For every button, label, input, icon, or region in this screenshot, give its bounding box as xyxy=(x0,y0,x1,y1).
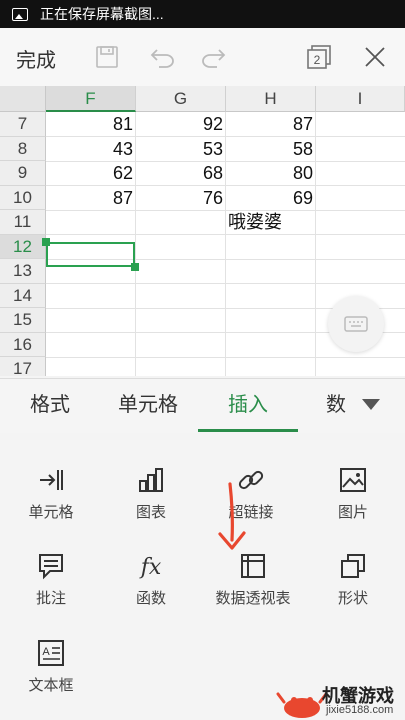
svg-text:fx: fx xyxy=(139,555,162,580)
function-button[interactable]: fx 函数 xyxy=(101,551,201,631)
spreadsheet-grid[interactable]: F G H I 7 8 9 10 11 12 13 14 15 16 17 81… xyxy=(0,86,405,376)
top-toolbar: 完成 2 xyxy=(0,28,405,87)
row-header-13[interactable]: 13 xyxy=(0,259,46,284)
tool-label: 文本框 xyxy=(28,677,74,694)
cell-f9[interactable]: 62 xyxy=(46,161,136,185)
row-header-15[interactable]: 15 xyxy=(0,308,46,333)
pivot-table-icon xyxy=(241,554,265,578)
picture-icon xyxy=(340,468,366,492)
tool-label: 数据透视表 xyxy=(215,590,291,607)
shape-icon xyxy=(341,554,365,578)
save-icon[interactable] xyxy=(90,40,124,74)
watermark-url: jixie5188.com xyxy=(326,704,394,716)
column-header-h[interactable]: H xyxy=(226,86,316,112)
cell-f10[interactable]: 87 xyxy=(46,186,136,210)
selection-handle[interactable] xyxy=(131,263,139,271)
cell-h9[interactable]: 80 xyxy=(226,161,316,185)
function-icon: fx xyxy=(139,555,162,580)
gridline xyxy=(46,283,405,284)
row-header-10[interactable]: 10 xyxy=(0,185,46,210)
tool-label: 图表 xyxy=(135,504,166,521)
comment-icon xyxy=(39,554,63,580)
picture-button[interactable]: 图片 xyxy=(303,465,403,545)
cell-h8[interactable]: 58 xyxy=(226,137,316,161)
row-header-7[interactable]: 7 xyxy=(0,112,46,137)
svg-text:A: A xyxy=(42,646,50,658)
sheets-icon[interactable]: 2 xyxy=(302,40,336,74)
insert-cell-button[interactable]: 单元格 xyxy=(1,465,101,545)
tab-cell[interactable]: 单元格 xyxy=(98,379,198,431)
textbox-button[interactable]: A 文本框 xyxy=(1,638,101,718)
chart-button[interactable]: 图表 xyxy=(101,465,201,545)
row-header-17[interactable]: 17 xyxy=(0,357,46,376)
gridline xyxy=(46,209,405,211)
column-header-i[interactable]: I xyxy=(316,86,405,112)
redo-icon[interactable] xyxy=(196,40,230,74)
comment-button[interactable]: 批注 xyxy=(1,551,101,631)
insert-panel: 单元格 图表 超链接 图片 批注 fx 函数 数据透视表 形状 A 文本框 xyxy=(0,433,405,720)
row-header-14[interactable]: 14 xyxy=(0,283,46,308)
tab-format[interactable]: 格式 xyxy=(0,379,100,431)
insert-cell-icon xyxy=(40,470,63,490)
chevron-down-icon[interactable] xyxy=(362,399,380,410)
cell-g10[interactable]: 76 xyxy=(136,186,226,210)
undo-icon[interactable] xyxy=(146,40,180,74)
keyboard-icon xyxy=(344,316,368,332)
tool-label: 批注 xyxy=(35,590,66,607)
cell-g9[interactable]: 68 xyxy=(136,161,226,185)
shape-button[interactable]: 形状 xyxy=(303,551,403,631)
done-button[interactable]: 完成 xyxy=(16,44,56,73)
gridline xyxy=(46,356,405,358)
row-header-8[interactable]: 8 xyxy=(0,136,46,161)
screenshot-icon xyxy=(12,7,28,21)
tool-label: 图片 xyxy=(337,504,368,521)
cell-f7[interactable]: 81 xyxy=(46,112,136,136)
row-header-9[interactable]: 9 xyxy=(0,161,46,186)
active-tab-indicator xyxy=(198,429,298,432)
grid-corner[interactable] xyxy=(0,86,46,112)
selection-handle[interactable] xyxy=(42,238,50,246)
tool-label: 形状 xyxy=(337,590,368,607)
row-header-16[interactable]: 16 xyxy=(0,332,46,357)
tool-label: 单元格 xyxy=(28,504,74,521)
cell-g8[interactable]: 53 xyxy=(136,137,226,161)
gridline xyxy=(46,234,405,235)
close-icon[interactable] xyxy=(358,40,392,74)
tool-label: 函数 xyxy=(135,590,166,607)
cell-h11[interactable]: 哦婆婆 xyxy=(228,210,318,234)
annotation-arrow-icon xyxy=(218,482,246,550)
cell-f8[interactable]: 43 xyxy=(46,137,136,161)
chart-icon xyxy=(139,468,163,492)
sheet-count: 2 xyxy=(314,53,321,67)
status-bar: 正在保存屏幕截图... xyxy=(0,0,405,28)
cell-selection[interactable] xyxy=(46,242,135,267)
column-header-g[interactable]: G xyxy=(136,86,226,112)
tab-insert[interactable]: 插入 xyxy=(198,379,298,431)
status-text: 正在保存屏幕截图... xyxy=(40,6,164,22)
keyboard-button[interactable] xyxy=(328,296,384,352)
column-header-f[interactable]: F xyxy=(46,86,136,112)
ribbon-tabbar: 格式 单元格 插入 数 xyxy=(0,378,405,434)
pivot-table-button[interactable]: 数据透视表 xyxy=(203,551,303,631)
textbox-icon: A xyxy=(38,640,64,666)
row-header-11[interactable]: 11 xyxy=(0,210,46,235)
row-header-12[interactable]: 12 xyxy=(0,234,46,259)
cell-h10[interactable]: 69 xyxy=(226,186,316,210)
cell-h7[interactable]: 87 xyxy=(226,112,316,136)
cell-g7[interactable]: 92 xyxy=(136,112,226,136)
